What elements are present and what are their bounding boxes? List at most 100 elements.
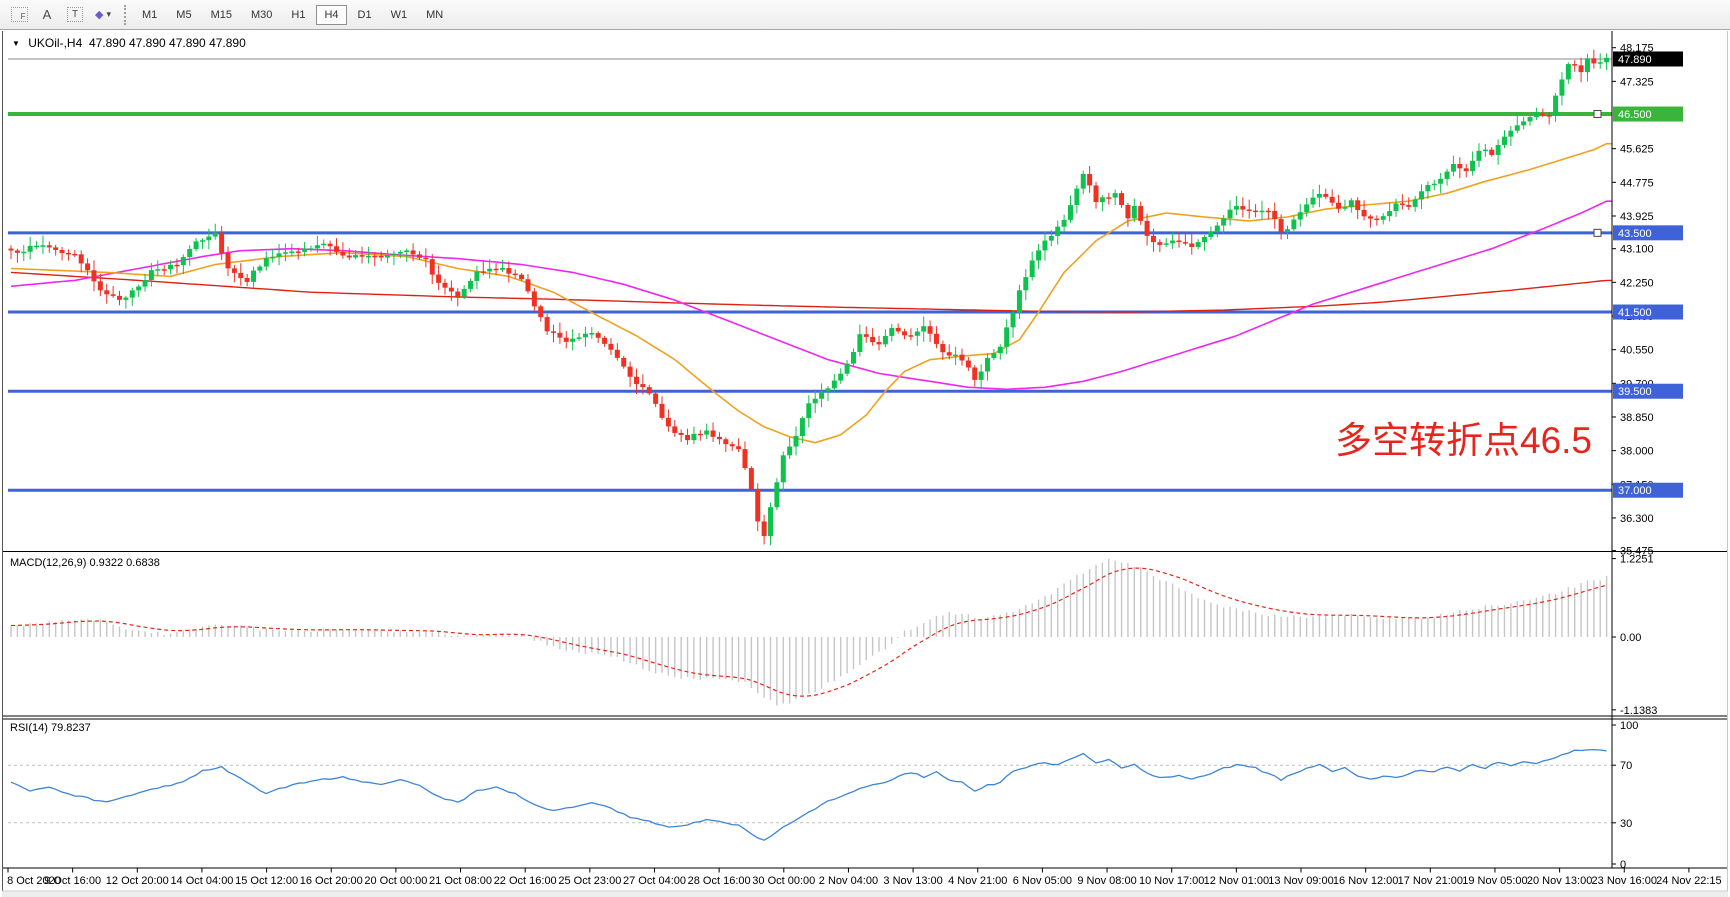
collapse-triangle-icon[interactable]: ▼ <box>12 39 20 48</box>
price-level-badge-label: 41.500 <box>1618 307 1652 319</box>
main-price-pane[interactable] <box>8 50 1613 546</box>
candle-body <box>608 344 613 350</box>
candle-body <box>372 256 377 258</box>
chart-window[interactable]: 48.17547.32545.62544.77543.92543.10042.2… <box>2 31 1728 897</box>
candle-body <box>411 250 416 254</box>
candle-body <box>1291 220 1296 230</box>
level-line-handle[interactable] <box>1594 111 1601 118</box>
shapes-tool-button[interactable]: ◆ ▾ <box>90 3 116 27</box>
candle-body <box>213 233 218 237</box>
candle-body <box>430 259 435 274</box>
candle-body <box>1132 206 1137 218</box>
candle-body <box>1164 243 1169 245</box>
candle-body <box>264 258 269 266</box>
candle-body <box>347 256 352 258</box>
candle-body <box>845 364 850 374</box>
chart-canvas[interactable]: 48.17547.32545.62544.77543.92543.10042.2… <box>2 31 1728 897</box>
candle-body <box>1036 250 1041 260</box>
toolbar: F A T ◆ ▾ M1M5M15M30H1H4D1W1MN <box>0 0 1730 30</box>
candle-body <box>340 252 345 256</box>
tf-w1-button[interactable]: W1 <box>383 5 416 25</box>
tf-mn-button[interactable]: MN <box>418 5 451 25</box>
candle-body <box>296 251 301 253</box>
candle-body <box>934 334 939 344</box>
tf-m15-button[interactable]: M15 <box>203 5 240 25</box>
time-tick-label: 13 Nov 09:00 <box>1268 875 1333 887</box>
template-tool-icon: F <box>11 7 28 22</box>
candle-body <box>857 334 862 352</box>
candle-body <box>334 246 339 252</box>
candle-body <box>1457 164 1462 168</box>
candle-body <box>1285 229 1290 232</box>
candle-body <box>1055 227 1060 236</box>
candle-body <box>1445 172 1450 179</box>
rsi-pane[interactable] <box>8 750 1612 841</box>
candle-body <box>277 253 282 257</box>
candle-body <box>972 367 977 379</box>
ma-mid-magenta-line <box>11 201 1613 389</box>
candle-body <box>206 237 211 241</box>
time-tick-label: 15 Oct 12:00 <box>235 875 298 887</box>
candle-body <box>1106 197 1111 199</box>
candle-body <box>1540 114 1545 116</box>
candle-body <box>1483 150 1488 152</box>
candle-body <box>1470 161 1475 171</box>
candle-body <box>762 521 767 536</box>
candle-body <box>1202 237 1207 242</box>
candle-body <box>672 426 677 433</box>
level-line-handle[interactable] <box>1594 229 1601 236</box>
text-tool-button[interactable]: T <box>62 3 88 27</box>
candle-body <box>519 275 524 280</box>
time-tick-label: 19 Nov 05:00 <box>1462 875 1527 887</box>
candle-body <box>174 265 179 267</box>
candle-body <box>1419 191 1424 199</box>
candle-body <box>679 433 684 435</box>
candle-body <box>1145 221 1150 236</box>
macd-pane[interactable] <box>11 559 1607 706</box>
candle-body <box>270 257 275 259</box>
tf-h4-button[interactable]: H4 <box>316 5 346 25</box>
candle-body <box>628 367 633 377</box>
candle-body <box>1304 204 1309 212</box>
time-tick-label: 20 Nov 13:00 <box>1527 875 1592 887</box>
tf-m30-button[interactable]: M30 <box>243 5 280 25</box>
candle-body <box>366 256 371 258</box>
candle-body <box>640 384 645 387</box>
candle-body <box>564 338 569 342</box>
candle-body <box>1515 125 1520 130</box>
tf-m5-button[interactable]: M5 <box>168 5 199 25</box>
candle-body <box>1030 260 1035 277</box>
chart-ohlc: 47.890 47.890 47.890 47.890 <box>89 36 246 50</box>
time-tick-label: 16 Nov 12:00 <box>1333 875 1398 887</box>
candle-body <box>1311 198 1316 205</box>
candle-body <box>1298 212 1303 219</box>
candle-body <box>621 358 626 367</box>
arrow-tool-button[interactable]: A <box>34 3 60 27</box>
tf-h1-button[interactable]: H1 <box>283 5 313 25</box>
candle-body <box>468 281 473 289</box>
macd-label: MACD(12,26,9) 0.9322 0.6838 <box>10 557 160 569</box>
candle-body <box>985 358 990 371</box>
tf-m1-button[interactable]: M1 <box>134 5 165 25</box>
candle-body <box>947 352 952 355</box>
tf-d1-button[interactable]: D1 <box>350 5 380 25</box>
timeframe-buttons: M1M5M15M30H1H4D1W1MN <box>134 5 454 25</box>
price-tick-label: 47.325 <box>1620 76 1654 88</box>
candle-body <box>9 249 14 251</box>
template-tool-button[interactable]: F <box>6 3 32 27</box>
price-level-badge-label: 46.500 <box>1618 109 1652 121</box>
candle-body <box>647 387 652 393</box>
candle-body <box>577 337 582 339</box>
candle-body <box>1349 200 1354 207</box>
candle-body <box>91 270 96 281</box>
candle-body <box>864 334 869 337</box>
candle-body <box>143 280 148 287</box>
candle-body <box>1119 193 1124 205</box>
candle-body <box>289 251 294 253</box>
candle-body <box>896 328 901 331</box>
price-tick-label: 38.850 <box>1620 412 1654 424</box>
macd-tick-label: -1.1383 <box>1620 705 1657 717</box>
candle-body <box>79 254 84 263</box>
candle-body <box>187 249 192 257</box>
candle-body <box>1272 211 1277 219</box>
